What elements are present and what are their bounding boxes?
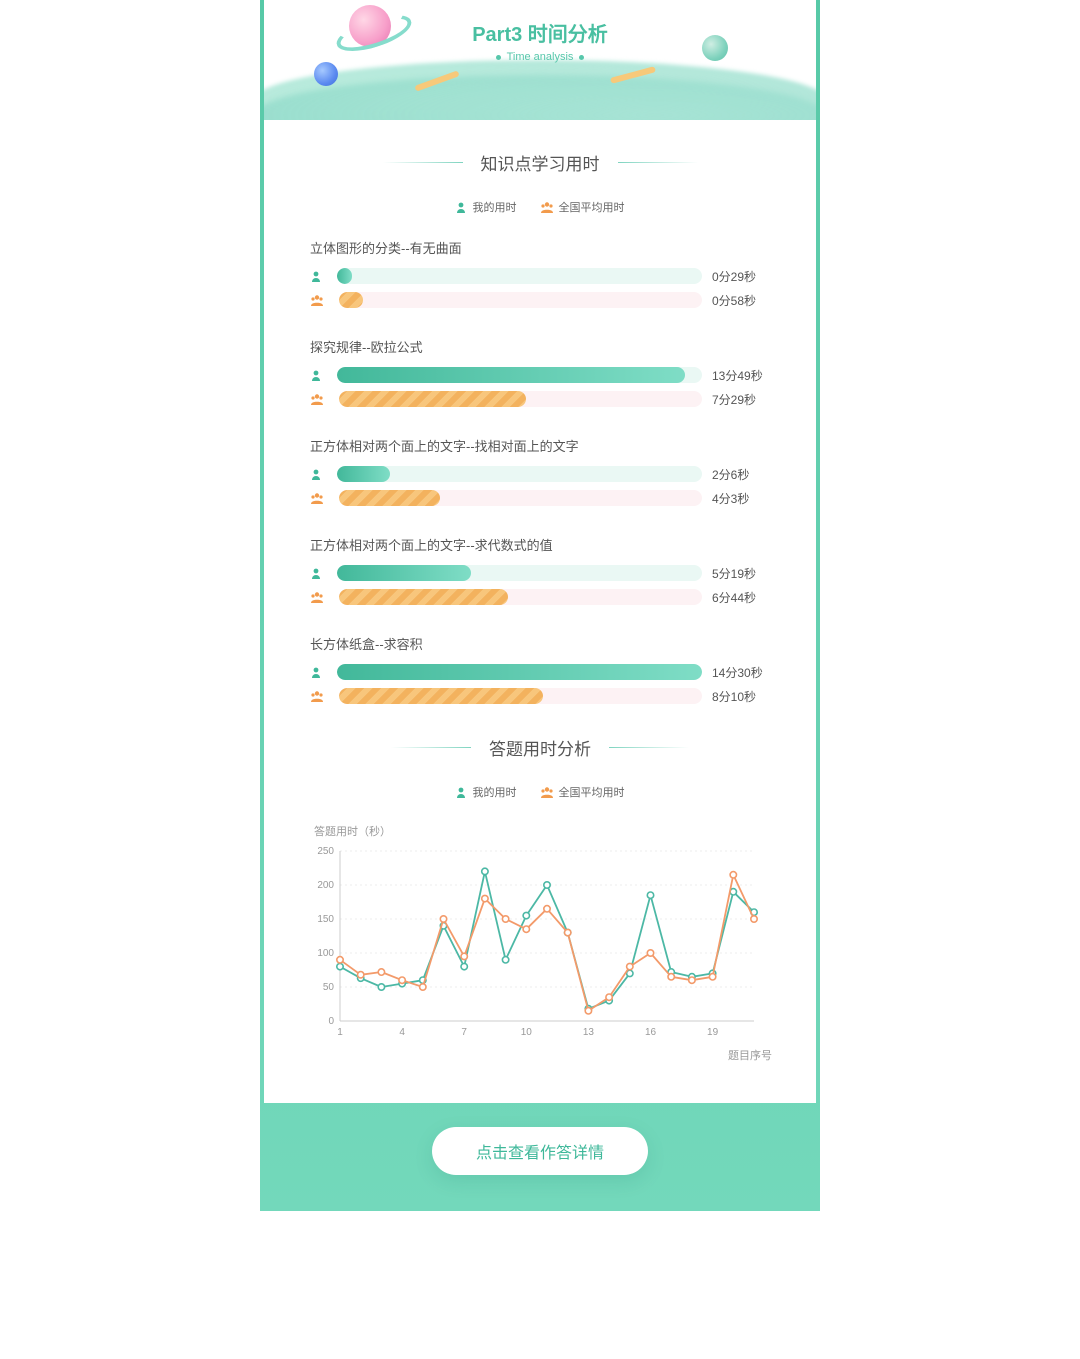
bar-row-avg: 6分44秒 [310,588,770,606]
topic-title: 探究规律--欧拉公式 [310,337,770,356]
group-icon [540,201,554,213]
view-details-button[interactable]: 点击查看作答详情 [432,1127,648,1175]
group-icon [310,291,329,309]
bar-row-mine: 5分19秒 [310,564,770,582]
topic-block: 正方体相对两个面上的文字--找相对面上的文字 2分6秒 4分3秒 [310,436,770,507]
group-icon [310,390,329,408]
bar-value: 13分49秒 [712,367,770,384]
bar-value: 8分10秒 [712,688,770,705]
user-icon [310,267,327,285]
bar-row-mine: 2分6秒 [310,465,770,483]
svg-text:7: 7 [461,1027,467,1038]
svg-text:16: 16 [645,1027,657,1038]
legend-avg: 全国平均用时 [559,199,625,215]
svg-text:13: 13 [583,1027,595,1038]
topic-block: 探究规律--欧拉公式 13分49秒 7分29秒 [310,337,770,408]
group-icon [540,786,554,798]
user-icon [310,366,327,384]
user-icon [455,786,467,798]
user-icon [310,564,327,582]
legend: 我的用时 全国平均用时 [264,784,816,801]
user-icon [455,201,467,213]
svg-text:150: 150 [317,914,334,925]
chart-y-axis-label: 答题用时（秒） [314,823,776,839]
topic-block: 正方体相对两个面上的文字--求代数式的值 5分19秒 6分44秒 [310,535,770,606]
bar-row-mine: 14分30秒 [310,663,770,681]
bar-value: 6分44秒 [712,589,770,606]
group-icon [310,588,329,606]
group-icon [310,687,329,705]
meteor-icon [610,66,656,84]
bar-row-avg: 4分3秒 [310,489,770,507]
topic-block: 立体图形的分类--有无曲面 0分29秒 0分58秒 [310,238,770,309]
section-title-answer-time: 答题用时分析 [264,735,816,760]
svg-text:200: 200 [317,880,334,891]
user-icon [310,663,327,681]
svg-text:19: 19 [707,1027,719,1038]
bar-row-avg: 8分10秒 [310,687,770,705]
legend: 我的用时 全国平均用时 [264,199,816,216]
topic-title: 长方体纸盒--求容积 [310,634,770,653]
planet-icon [314,62,338,86]
bar-value: 5分19秒 [712,565,770,582]
user-icon [310,465,327,483]
svg-text:1: 1 [337,1027,343,1038]
svg-text:0: 0 [328,1016,334,1027]
topic-title: 立体图形的分类--有无曲面 [310,238,770,257]
topic-title: 正方体相对两个面上的文字--找相对面上的文字 [310,436,770,455]
bar-value: 14分30秒 [712,664,770,681]
section-title-study-time: 知识点学习用时 [264,150,816,175]
legend-mine: 我的用时 [472,199,516,215]
hero: Part3 时间分析 Time analysis [264,0,816,120]
svg-text:10: 10 [521,1027,533,1038]
bar-value: 0分29秒 [712,268,770,285]
bar-row-avg: 0分58秒 [310,291,770,309]
page-subtitle: Time analysis [264,51,816,63]
svg-text:250: 250 [317,846,334,857]
bar-value: 4分3秒 [712,490,770,507]
topic-block: 长方体纸盒--求容积 14分30秒 8分10秒 [310,634,770,705]
svg-text:50: 50 [323,982,335,993]
topic-title: 正方体相对两个面上的文字--求代数式的值 [310,535,770,554]
bar-value: 7分29秒 [712,391,770,408]
meteor-icon [414,70,459,91]
svg-text:4: 4 [399,1027,405,1038]
svg-text:100: 100 [317,948,334,959]
bar-row-mine: 13分49秒 [310,366,770,384]
bar-row-avg: 7分29秒 [310,390,770,408]
page-title: Part3 时间分析 [264,18,816,47]
bar-row-mine: 0分29秒 [310,267,770,285]
chart-x-axis-label: 题目序号 [304,1047,772,1063]
answer-time-line-chart: 0 50 100 150 200 250 1 4 7 10 13 16 19 [304,843,776,1043]
bar-value: 0分58秒 [712,292,770,309]
bar-value: 2分6秒 [712,466,770,483]
group-icon [310,489,329,507]
